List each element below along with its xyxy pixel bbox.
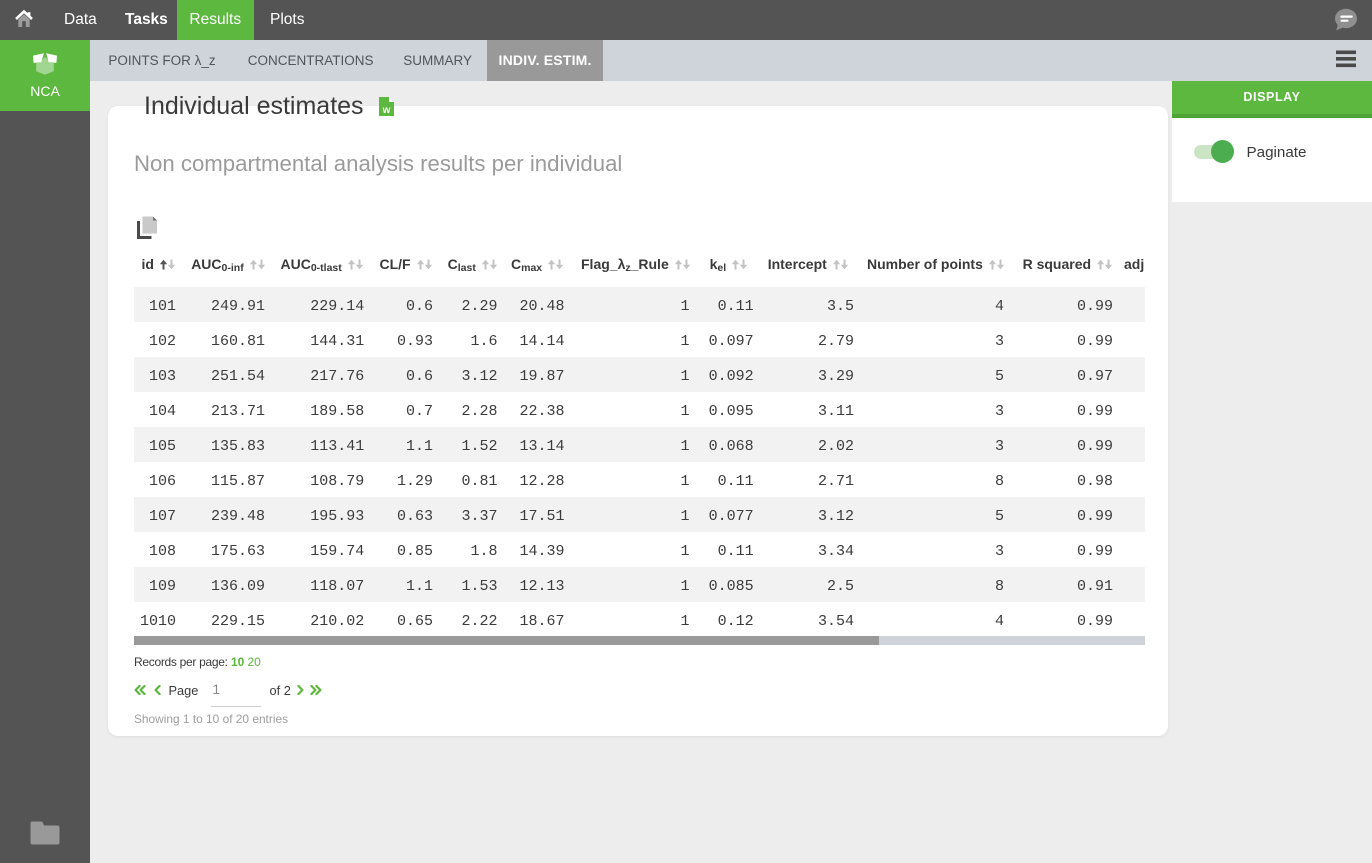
svg-text:w: w	[382, 105, 391, 116]
